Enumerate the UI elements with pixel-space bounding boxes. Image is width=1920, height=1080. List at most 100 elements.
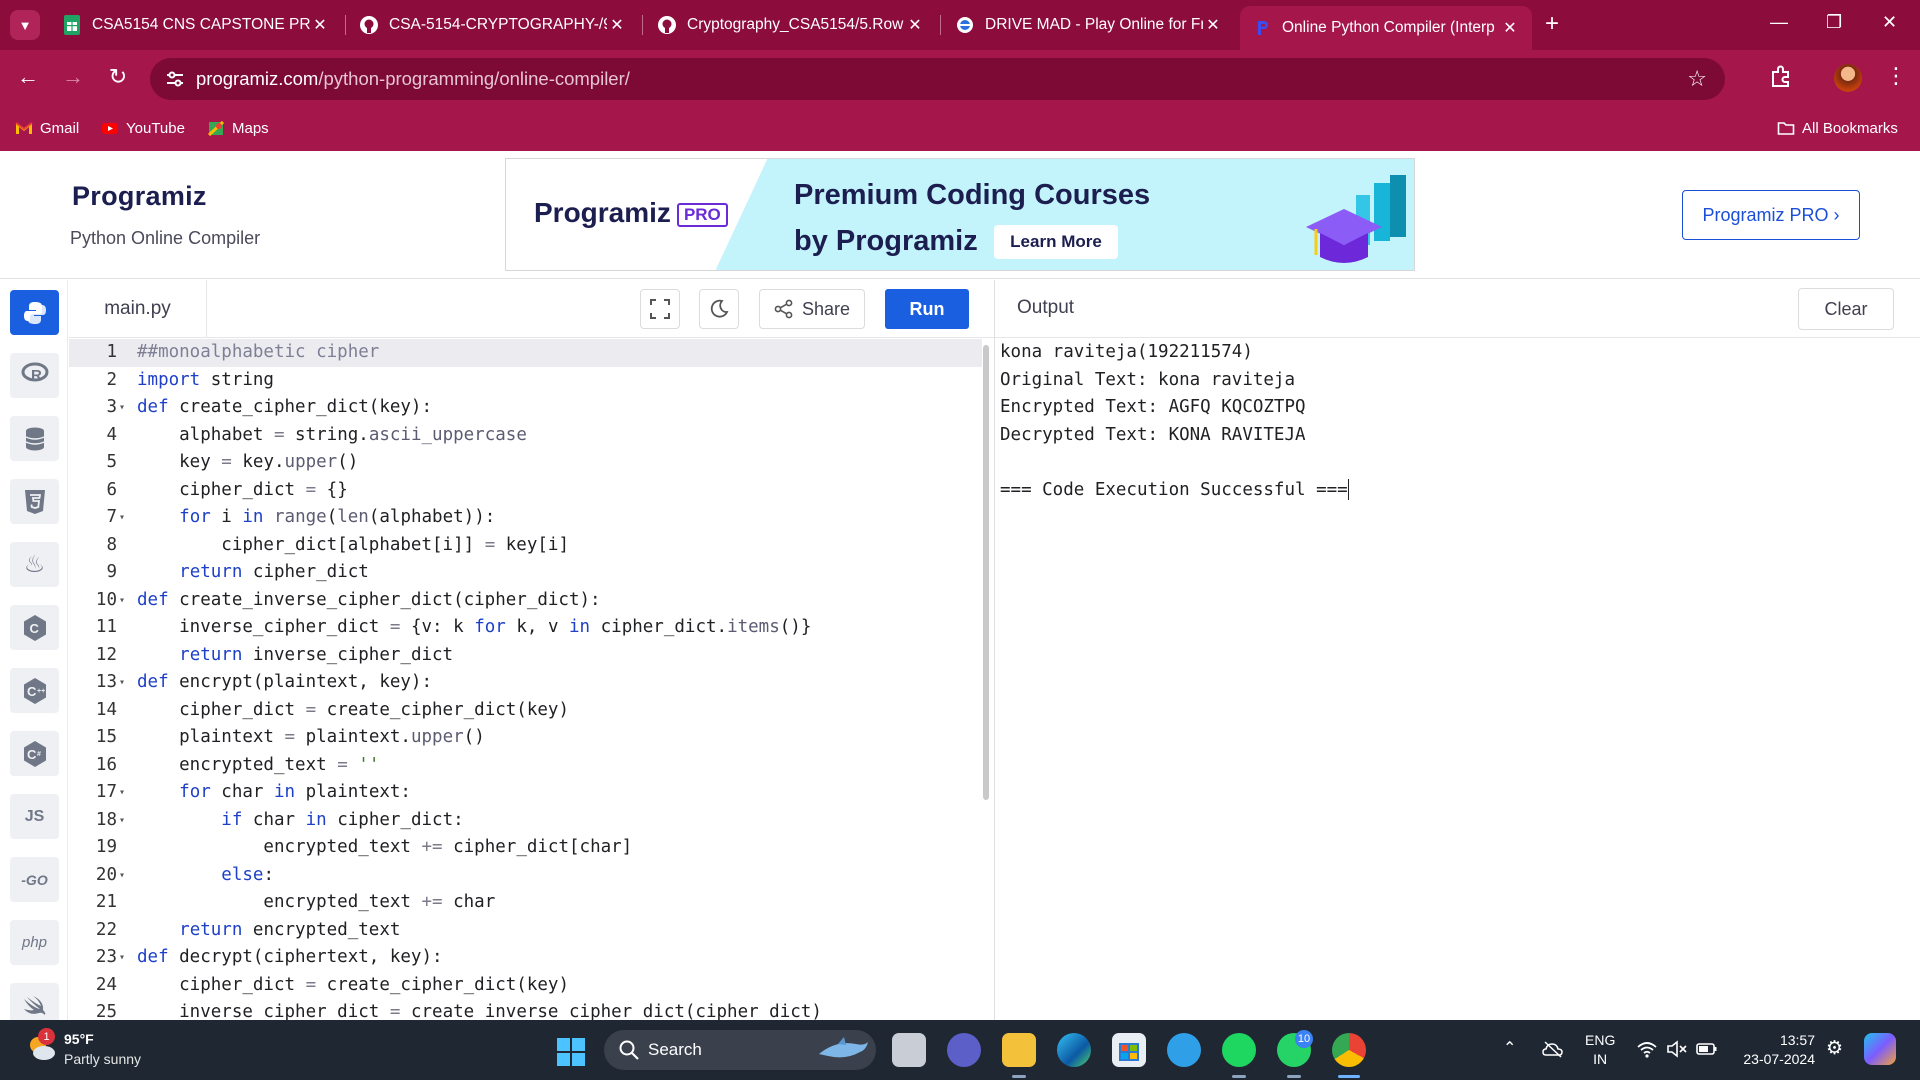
browser-tab-3[interactable]: Cryptography_CSA5154/5.Row ✕ <box>645 8 937 42</box>
code-editor[interactable]: 1 ##monoalphabetic cipher 2 import string 3 ▾… <box>69 339 982 1020</box>
browser-tab-1[interactable]: CSA5154 CNS CAPSTONE PROJ ✕ <box>50 8 342 42</box>
copilot-icon[interactable] <box>1864 1033 1896 1065</box>
code-line[interactable]: 24 cipher_dict = create_cipher_dict(key) <box>69 972 982 1000</box>
task-view-icon[interactable] <box>892 1033 926 1067</box>
show-hidden-icons[interactable]: ⌃ <box>1503 1038 1516 1058</box>
browser-tab-5-active[interactable]: Online Python Compiler (Interp ✕ <box>1240 6 1532 50</box>
close-window-button[interactable]: ✕ <box>1882 12 1897 33</box>
code-line[interactable]: 16 encrypted_text = '' <box>69 752 982 780</box>
promo-banner[interactable]: Programiz PRO Premium Coding Courses by P… <box>505 158 1415 271</box>
language-c[interactable]: C <box>10 605 59 650</box>
teams-meet-icon[interactable] <box>947 1033 981 1067</box>
language-cpp[interactable]: C ++ <box>10 668 59 713</box>
code-line[interactable]: 11 inverse_cipher_dict = {v: k for k, v … <box>69 614 982 642</box>
volume-muted-icon[interactable] <box>1666 1040 1688 1058</box>
editor-scrollbar[interactable] <box>983 345 989 800</box>
input-language-indicator[interactable]: ENG IN <box>1585 1031 1615 1069</box>
run-button[interactable]: Run <box>885 289 969 329</box>
code-line[interactable]: 4 alphabet = string.ascii_uppercase <box>69 422 982 450</box>
wifi-icon[interactable] <box>1636 1040 1658 1058</box>
fold-arrow-icon[interactable]: ▾ <box>119 862 125 890</box>
dark-mode-button[interactable] <box>699 289 739 329</box>
bookmark-maps[interactable]: Maps <box>207 119 269 137</box>
onedrive-offline-icon[interactable] <box>1542 1040 1564 1058</box>
fullscreen-button[interactable] <box>640 289 680 329</box>
code-line[interactable]: 8 cipher_dict[alphabet[i]] = key[i] <box>69 532 982 560</box>
language-html[interactable] <box>10 479 59 524</box>
code-line[interactable]: 7 ▾ for i in range(len(alphabet)): <box>69 504 982 532</box>
code-line[interactable]: 10 ▾ def create_inverse_cipher_dict(cipher… <box>69 587 982 615</box>
code-line[interactable]: 18 ▾ if char in cipher_dict: <box>69 807 982 835</box>
reload-button[interactable]: ↻ <box>103 64 133 90</box>
code-line[interactable]: 2 import string <box>69 367 982 395</box>
close-tab-icon[interactable]: ✕ <box>1500 18 1520 38</box>
microsoft-store-icon[interactable] <box>1112 1033 1146 1067</box>
code-line[interactable]: 1 ##monoalphabetic cipher <box>69 339 982 367</box>
battery-icon[interactable] <box>1696 1041 1718 1057</box>
back-button[interactable]: ← <box>13 64 43 90</box>
code-line[interactable]: 21 encrypted_text += char <box>69 889 982 917</box>
site-info-icon[interactable] <box>164 68 186 90</box>
forward-button[interactable]: → <box>58 64 88 90</box>
code-line[interactable]: 3 ▾ def create_cipher_dict(key): <box>69 394 982 422</box>
share-button[interactable]: Share <box>759 289 865 329</box>
language-javascript[interactable]: JS <box>10 794 59 839</box>
language-php[interactable]: php <box>10 920 59 965</box>
output-console[interactable]: kona raviteja(192211574) Original Text: k… <box>1000 339 1900 504</box>
code-line[interactable]: 5 key = key.upper() <box>69 449 982 477</box>
close-tab-icon[interactable]: ✕ <box>310 15 330 35</box>
fold-arrow-icon[interactable]: ▾ <box>119 779 125 807</box>
restore-button[interactable]: ❐ <box>1826 12 1842 33</box>
fold-arrow-icon[interactable]: ▾ <box>119 587 125 615</box>
new-tab-button[interactable]: + <box>1545 12 1559 36</box>
spotify-icon[interactable] <box>1222 1033 1256 1067</box>
fold-arrow-icon[interactable]: ▾ <box>119 394 125 422</box>
notifications-bell-icon[interactable]: ⚙ <box>1826 1037 1843 1060</box>
system-clock[interactable]: 13:57 23-07-2024 <box>1735 1031 1815 1069</box>
bookmark-gmail[interactable]: Gmail <box>15 119 79 137</box>
close-tab-icon[interactable]: ✕ <box>607 15 627 35</box>
code-line[interactable]: 9 return cipher_dict <box>69 559 982 587</box>
bookmark-youtube[interactable]: YouTube <box>101 119 185 137</box>
minimize-button[interactable]: — <box>1770 12 1788 33</box>
file-tab-main-py[interactable]: main.py <box>69 280 207 338</box>
panel-divider[interactable] <box>994 280 995 1020</box>
fold-arrow-icon[interactable]: ▾ <box>119 807 125 835</box>
file-explorer-icon[interactable] <box>1002 1033 1036 1067</box>
browser-tab-2[interactable]: CSA-5154-CRYPTOGRAPHY-/9. ✕ <box>347 8 639 42</box>
language-go[interactable]: -GO <box>10 857 59 902</box>
code-line[interactable]: 20 ▾ else: <box>69 862 982 890</box>
language-sql[interactable] <box>10 416 59 461</box>
chrome-icon[interactable] <box>1332 1033 1366 1067</box>
programiz-pro-button[interactable]: Programiz PRO › <box>1682 190 1860 240</box>
code-line[interactable]: 12 return inverse_cipher_dict <box>69 642 982 670</box>
learn-more-button[interactable]: Learn More <box>994 225 1118 259</box>
extensions-icon[interactable] <box>1768 64 1794 90</box>
code-line[interactable]: 23 ▾ def decrypt(ciphertext, key): <box>69 944 982 972</box>
clear-button[interactable]: Clear <box>1798 288 1894 330</box>
bookmark-star-icon[interactable]: ☆ <box>1687 66 1707 92</box>
help-icon[interactable] <box>1167 1033 1201 1067</box>
profile-avatar[interactable] <box>1834 64 1862 92</box>
code-line[interactable]: 6 cipher_dict = {} <box>69 477 982 505</box>
code-line[interactable]: 22 return encrypted_text <box>69 917 982 945</box>
language-csharp[interactable]: C # <box>10 731 59 776</box>
browser-tab-4[interactable]: DRIVE MAD - Play Online for Fr ✕ <box>943 8 1235 42</box>
fold-arrow-icon[interactable]: ▾ <box>119 504 125 532</box>
edge-icon[interactable] <box>1057 1033 1091 1067</box>
language-java[interactable]: ♨ <box>10 542 59 587</box>
all-bookmarks-button[interactable]: All Bookmarks <box>1777 119 1898 137</box>
code-line[interactable]: 15 plaintext = plaintext.upper() <box>69 724 982 752</box>
code-line[interactable]: 19 encrypted_text += cipher_dict[char] <box>69 834 982 862</box>
code-line[interactable]: 17 ▾ for char in plaintext: <box>69 779 982 807</box>
browser-menu-icon[interactable]: ⋮ <box>1885 63 1907 89</box>
close-tab-icon[interactable]: ✕ <box>905 15 925 35</box>
code-line[interactable]: 14 cipher_dict = create_cipher_dict(key) <box>69 697 982 725</box>
language-r[interactable]: R <box>10 353 59 398</box>
windows-start-icon[interactable] <box>556 1037 586 1067</box>
programiz-logo[interactable]: Programiz <box>72 181 207 212</box>
close-tab-icon[interactable]: ✕ <box>1203 15 1223 35</box>
code-line[interactable]: 13 ▾ def encrypt(plaintext, key): <box>69 669 982 697</box>
fold-arrow-icon[interactable]: ▾ <box>119 669 125 697</box>
taskbar-search[interactable]: Search <box>604 1030 876 1070</box>
